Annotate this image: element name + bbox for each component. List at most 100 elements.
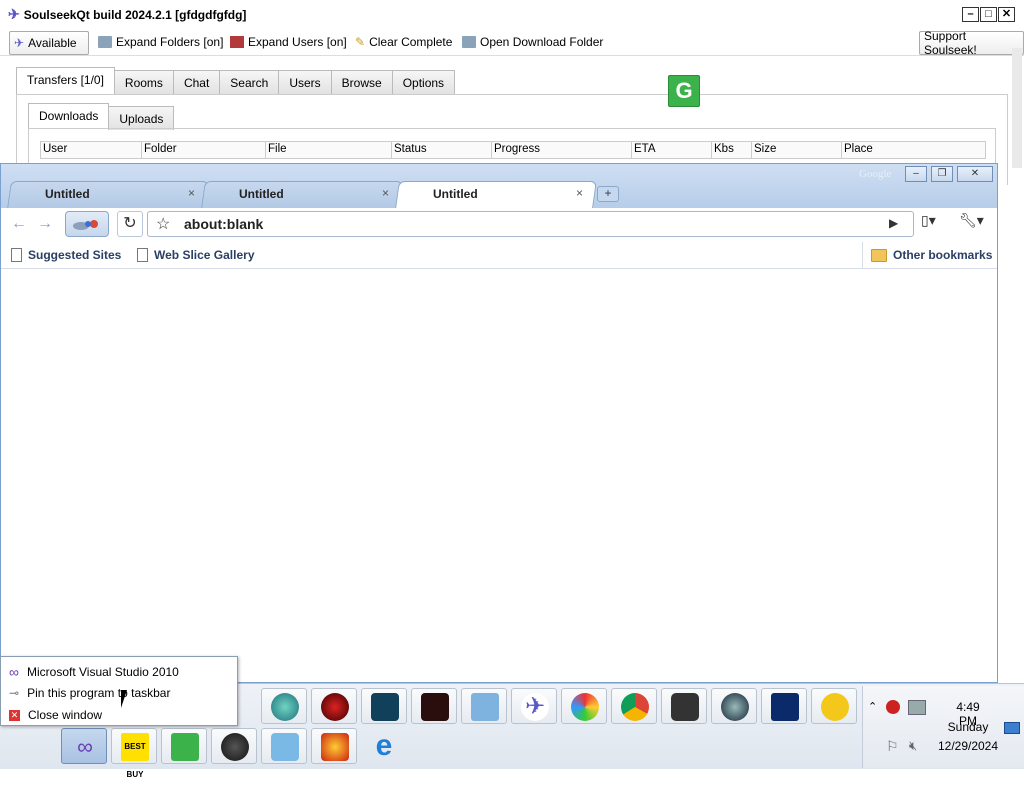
- tab-shape: [201, 181, 403, 208]
- tray-record-icon[interactable]: [886, 700, 900, 714]
- clear-complete-button[interactable]: ✎ Clear Complete: [351, 31, 456, 53]
- taskbar-greenshot[interactable]: [161, 728, 207, 764]
- bookmark-suggested-sites[interactable]: Suggested Sites: [11, 248, 121, 262]
- soulseek-window: ✈ SoulseekQt build 2024.2.1 [gfdgdfgfdg]…: [0, 0, 1024, 189]
- tray-network-icon[interactable]: [908, 700, 926, 715]
- taskbar-flame[interactable]: [311, 728, 357, 764]
- action-center-flag-icon[interactable]: ⚐: [886, 738, 899, 755]
- reload-button[interactable]: ↻: [117, 211, 143, 237]
- tab-users[interactable]: Users: [278, 70, 332, 94]
- browser-tab-3[interactable]: Untitled ×: [395, 181, 597, 208]
- browser-tab-strip: Untitled × Untitled × Untitled × + Googl…: [1, 164, 997, 208]
- show-desktop-button[interactable]: [1004, 722, 1020, 734]
- taskbar-gamecenter[interactable]: [311, 688, 357, 724]
- expand-users-button[interactable]: Expand Users [on]: [226, 31, 351, 53]
- mouse-cursor: [121, 690, 127, 708]
- clock-day[interactable]: Sunday: [940, 720, 996, 734]
- taskbar-blackberry[interactable]: [211, 728, 257, 764]
- bookmark-web-slice-gallery[interactable]: Web Slice Gallery: [137, 248, 255, 262]
- show-hidden-icons-button[interactable]: ⌃: [868, 700, 877, 713]
- tab-downloads[interactable]: Downloads: [28, 103, 110, 130]
- volume-muted-icon[interactable]: 🔇︎: [909, 738, 917, 754]
- column-kbs[interactable]: Kbs: [711, 142, 734, 158]
- steam-icon: [271, 693, 299, 721]
- browser-close-button[interactable]: ✕: [957, 166, 993, 182]
- internet-explorer-icon: e: [375, 729, 393, 762]
- taskbar-bestbuy[interactable]: BEST BUY: [111, 728, 157, 779]
- taskbar-chrome[interactable]: [611, 688, 657, 724]
- tab-shape: [7, 181, 209, 208]
- taskbar-gopher[interactable]: [811, 688, 857, 724]
- users-icon: [230, 36, 244, 48]
- support-soulseek-button[interactable]: Support Soulseek!: [919, 29, 1024, 57]
- browser-maximize-button[interactable]: ❐: [931, 166, 953, 182]
- tab-search[interactable]: Search: [219, 70, 280, 94]
- tab-browse[interactable]: Browse: [330, 70, 393, 94]
- taskbar-security[interactable]: [261, 728, 307, 764]
- column-folder[interactable]: Folder: [141, 142, 177, 158]
- tab-chat[interactable]: Chat: [172, 70, 221, 94]
- broom-icon: ✎: [355, 35, 366, 49]
- column-file[interactable]: File: [265, 142, 287, 158]
- close-button[interactable]: ✕: [998, 7, 1015, 22]
- column-place[interactable]: Place: [841, 142, 873, 158]
- browser-minimize-button[interactable]: –: [905, 166, 927, 182]
- tab-transfers[interactable]: Transfers [1/0]: [16, 67, 115, 94]
- taskbar-starburst[interactable]: [761, 688, 807, 724]
- taskbar-tiles[interactable]: [661, 688, 707, 724]
- column-status[interactable]: Status: [391, 142, 427, 158]
- column-size[interactable]: Size: [751, 142, 776, 158]
- page-content-area[interactable]: [1, 269, 997, 681]
- tab-uploads[interactable]: Uploads: [108, 106, 175, 130]
- available-button[interactable]: ✈ Available: [9, 31, 89, 55]
- back-button[interactable]: ←: [7, 212, 31, 236]
- go-arrow-icon[interactable]: ▶: [889, 216, 898, 230]
- expand-folders-button[interactable]: Expand Folders [on]: [94, 31, 227, 53]
- browser-tab-2[interactable]: Untitled ×: [201, 181, 403, 208]
- new-tab-button[interactable]: +: [597, 186, 619, 202]
- taskbar-steam[interactable]: [261, 688, 307, 724]
- tab-options[interactable]: Options: [391, 70, 456, 94]
- taskbar-soulseek[interactable]: ✈: [511, 688, 557, 724]
- extension-button[interactable]: [65, 211, 109, 237]
- other-bookmarks-button[interactable]: Other bookmarks: [871, 248, 992, 262]
- soulseek-window-title: SoulseekQt build 2024.2.1 [gfdgdfgfdg]: [23, 7, 247, 22]
- soulseek-scrollbar[interactable]: [1012, 48, 1022, 168]
- browser-tab-1[interactable]: Untitled ×: [7, 181, 209, 208]
- jumplist-pin-to-taskbar[interactable]: ⊸ Pin this program to taskbar: [9, 686, 170, 700]
- column-eta[interactable]: ETA: [631, 142, 656, 158]
- taskbar-remote-desktop[interactable]: [461, 688, 507, 724]
- orb-icon: [721, 693, 749, 721]
- taskbar-ie[interactable]: e: [361, 728, 407, 764]
- greenshot-floating-icon[interactable]: G: [668, 75, 700, 107]
- clock-date[interactable]: 12/29/2024: [932, 739, 1004, 753]
- taskbar-paint[interactable]: [561, 688, 607, 724]
- close-tab-icon[interactable]: ×: [188, 186, 195, 200]
- minimize-button[interactable]: –: [962, 7, 979, 22]
- maximize-button[interactable]: □: [980, 7, 997, 22]
- forward-button[interactable]: →: [33, 212, 57, 236]
- taskbar-video-recorder[interactable]: [411, 688, 457, 724]
- close-tab-icon[interactable]: ×: [382, 186, 389, 200]
- taskbar-visual-studio[interactable]: ∞: [61, 728, 107, 764]
- close-tab-icon[interactable]: ×: [576, 186, 583, 200]
- bird-icon: ✈: [14, 36, 25, 50]
- jumplist-close-window[interactable]: ✕ Close window: [9, 708, 102, 722]
- tab-shape: [395, 181, 597, 208]
- page-menu-icon[interactable]: ▯▾: [921, 212, 936, 229]
- address-bar[interactable]: ☆ about:blank: [147, 211, 914, 237]
- column-progress[interactable]: Progress: [491, 142, 540, 158]
- tab-rooms[interactable]: Rooms: [113, 70, 174, 94]
- open-download-folder-button[interactable]: Open Download Folder: [458, 31, 607, 53]
- taskbar-orb[interactable]: [711, 688, 757, 724]
- bookmarks-bar: Suggested Sites Web Slice Gallery Other …: [1, 242, 997, 269]
- bookmark-star-icon[interactable]: ☆: [156, 214, 170, 234]
- page-icon: [137, 248, 148, 262]
- jumplist-visual-studio[interactable]: ∞ Microsoft Visual Studio 2010: [9, 664, 179, 680]
- transfer-subtabs: Downloads Uploads: [28, 103, 175, 130]
- column-user[interactable]: User: [41, 142, 67, 158]
- wrench-menu-icon[interactable]: 🔧︎▾: [959, 212, 984, 229]
- soulseek-title-bar: ✈ SoulseekQt build 2024.2.1 [gfdgdfgfdg]: [8, 6, 246, 23]
- taskbar-shield[interactable]: [361, 688, 407, 724]
- address-text[interactable]: about:blank: [184, 216, 263, 232]
